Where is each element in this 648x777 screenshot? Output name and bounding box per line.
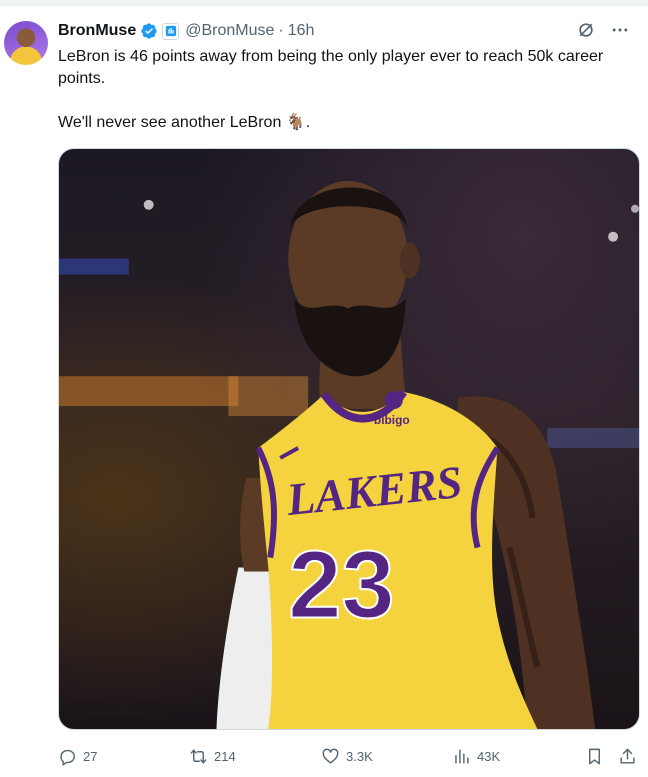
goat-emoji: 🐐 [285, 114, 306, 131]
tweet-text-line2-words: We'll never see another LeBron [58, 114, 282, 131]
views-count: 43K [477, 748, 501, 764]
bookmark-icon [589, 748, 600, 764]
separator-dot: · [278, 22, 284, 39]
reply-button[interactable]: 27 [58, 747, 97, 766]
like-button[interactable]: 3.3K [321, 747, 373, 766]
tweet-text: LeBron is 46 points away from being the … [58, 46, 628, 134]
tweet-text-period: . [305, 114, 311, 131]
repost-icon [190, 748, 207, 764]
avatar[interactable] [4, 21, 48, 65]
reply-icon [60, 749, 75, 766]
jersey-number: 23 [288, 531, 394, 638]
tweet-media-image[interactable]: LAKERS 23 bibigo [58, 148, 640, 730]
repost-count: 214 [214, 748, 236, 764]
tweet-header: BronMuse @BronMuse · 16h [58, 20, 638, 42]
repost-button[interactable]: 214 [189, 747, 236, 766]
share-icon [620, 748, 635, 764]
more-icon[interactable] [610, 20, 630, 45]
like-icon [322, 748, 339, 764]
top-divider [0, 0, 648, 6]
header-actions [576, 20, 630, 45]
views-icon [455, 748, 469, 764]
action-bar: 27 214 3.3K 43K [58, 744, 640, 768]
views-button[interactable]: 43K [452, 747, 500, 766]
verified-badge-icon[interactable] [140, 22, 158, 40]
share-button[interactable] [618, 747, 637, 766]
reply-count: 27 [83, 748, 98, 764]
grok-icon[interactable] [576, 20, 596, 45]
player-photo: LAKERS 23 bibigo [59, 180, 639, 729]
author-name[interactable]: BronMuse [58, 22, 136, 40]
like-count: 3.3K [346, 748, 373, 764]
tweet-text-line2: We'll never see another LeBron 🐐. [58, 112, 628, 134]
timestamp[interactable]: 16h [288, 22, 315, 40]
tweet-text-line1: LeBron is 46 points away from being the … [58, 48, 604, 87]
author-handle[interactable]: @BronMuse [185, 22, 274, 40]
affiliation-badge-icon[interactable] [162, 22, 180, 40]
jersey-sponsor: bibigo [374, 413, 410, 427]
bookmark-button[interactable] [585, 747, 604, 766]
